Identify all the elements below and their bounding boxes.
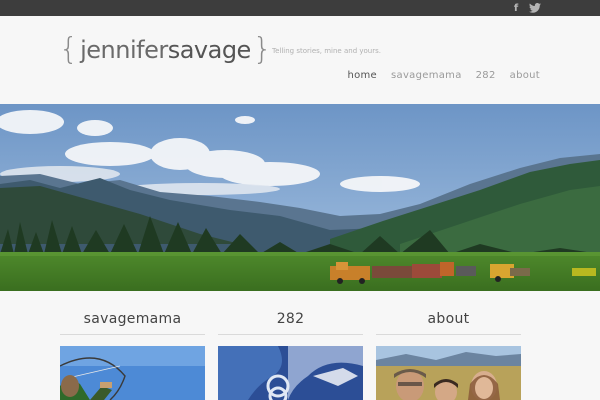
blue-graphic-282-photo[interactable] — [218, 346, 363, 400]
twitter-icon[interactable] — [528, 1, 542, 15]
site-header: { jennifersavage } Telling stories, mine… — [0, 16, 600, 104]
logo-first-name: jennifer — [80, 36, 168, 64]
family-portrait-photo[interactable] — [376, 346, 521, 400]
section-title-282[interactable]: 282 — [218, 311, 363, 327]
nav-about[interactable]: about — [510, 70, 540, 81]
nav-savagemama[interactable]: savagemama — [391, 70, 462, 81]
logo-open-brace: { — [59, 32, 79, 67]
divider — [60, 334, 205, 335]
facebook-icon[interactable]: f — [510, 1, 522, 15]
section-title-savagemama[interactable]: savagemama — [60, 311, 205, 327]
logo-text: jennifersavage — [78, 38, 253, 62]
nav-282[interactable]: 282 — [476, 70, 496, 81]
logo-close-brace: } — [252, 32, 272, 67]
featured-sections: savagemama 282 about — [0, 291, 600, 400]
divider — [376, 334, 521, 335]
top-bar: f — [0, 0, 600, 16]
logo-last-name: savage — [167, 36, 252, 64]
site-tagline: Telling stories, mine and yours. — [272, 47, 381, 55]
hero-image — [0, 104, 600, 291]
nav-home[interactable]: home — [347, 70, 377, 81]
main-nav: home savagemama 282 about — [347, 70, 540, 81]
section-title-about[interactable]: about — [376, 311, 521, 327]
site-logo[interactable]: { jennifersavage } — [59, 30, 272, 70]
divider — [218, 334, 363, 335]
archery-photo[interactable] — [60, 346, 205, 400]
